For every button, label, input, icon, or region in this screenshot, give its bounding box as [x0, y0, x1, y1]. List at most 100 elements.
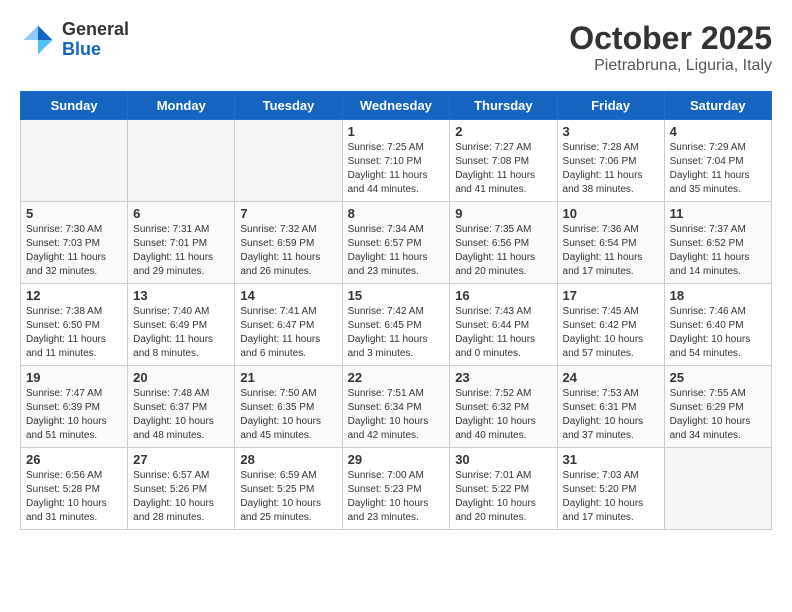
calendar-cell: 21 Sunrise: 7:50 AM Sunset: 6:35 PM Dayli… — [235, 366, 342, 448]
calendar-cell: 24 Sunrise: 7:53 AM Sunset: 6:31 PM Dayli… — [557, 366, 664, 448]
calendar-cell: 9 Sunrise: 7:35 AM Sunset: 6:56 PM Daylig… — [450, 202, 557, 284]
calendar-week-row: 19 Sunrise: 7:47 AM Sunset: 6:39 PM Dayli… — [21, 366, 772, 448]
day-number: 21 — [240, 370, 336, 385]
day-number: 31 — [563, 452, 659, 467]
logo-general-text: General — [62, 20, 129, 40]
day-number: 13 — [133, 288, 229, 303]
day-info: Sunrise: 7:51 AM Sunset: 6:34 PM Dayligh… — [348, 387, 445, 443]
day-number: 30 — [455, 452, 551, 467]
day-number: 17 — [563, 288, 659, 303]
day-info: Sunrise: 7:34 AM Sunset: 6:57 PM Dayligh… — [348, 223, 445, 279]
calendar-cell: 30 Sunrise: 7:01 AM Sunset: 5:22 PM Dayli… — [450, 448, 557, 530]
calendar-cell: 29Sunrise: 7:00 AM Sunset: 5:23 PM Dayli… — [342, 448, 450, 530]
day-number: 10 — [563, 206, 659, 221]
day-info: Sunrise: 7:30 AM Sunset: 7:03 PM Dayligh… — [26, 223, 122, 279]
day-info: Sunrise: 7:52 AM Sunset: 6:32 PM Dayligh… — [455, 387, 551, 443]
weekday-header-friday: Friday — [557, 92, 664, 120]
day-number: 18 — [670, 288, 766, 303]
day-info: Sunrise: 7:36 AM Sunset: 6:54 PM Dayligh… — [563, 223, 659, 279]
day-number: 28 — [240, 452, 336, 467]
calendar-cell — [128, 120, 235, 202]
location-subtitle: Pietrabruna, Liguria, Italy — [569, 57, 772, 75]
day-info: Sunrise: 7:00 AM Sunset: 5:23 PM Dayligh… — [348, 469, 445, 525]
calendar-cell: 5 Sunrise: 7:30 AM Sunset: 7:03 PM Daylig… — [21, 202, 128, 284]
logo: General Blue — [20, 20, 129, 60]
day-info: Sunrise: 7:25 AM Sunset: 7:10 PM Dayligh… — [348, 141, 445, 197]
calendar-cell: 16 Sunrise: 7:43 AM Sunset: 6:44 PM Dayli… — [450, 284, 557, 366]
day-info: Sunrise: 7:31 AM Sunset: 7:01 PM Dayligh… — [133, 223, 229, 279]
calendar-cell: 23 Sunrise: 7:52 AM Sunset: 6:32 PM Dayli… — [450, 366, 557, 448]
calendar-cell: 10 Sunrise: 7:36 AM Sunset: 6:54 PM Dayli… — [557, 202, 664, 284]
page-header: General Blue October 2025 Pietrabruna, L… — [20, 20, 772, 75]
calendar-cell: 18 Sunrise: 7:46 AM Sunset: 6:40 PM Dayli… — [664, 284, 771, 366]
calendar-table: SundayMondayTuesdayWednesdayThursdayFrid… — [20, 91, 772, 530]
day-number: 8 — [348, 206, 445, 221]
day-number: 7 — [240, 206, 336, 221]
day-number: 2 — [455, 124, 551, 139]
day-number: 20 — [133, 370, 229, 385]
day-number: 23 — [455, 370, 551, 385]
day-number: 19 — [26, 370, 122, 385]
day-number: 26 — [26, 452, 122, 467]
calendar-cell: 25Sunrise: 7:55 AM Sunset: 6:29 PM Dayli… — [664, 366, 771, 448]
day-info: Sunrise: 7:46 AM Sunset: 6:40 PM Dayligh… — [670, 305, 766, 361]
day-info: Sunrise: 7:35 AM Sunset: 6:56 PM Dayligh… — [455, 223, 551, 279]
day-number: 16 — [455, 288, 551, 303]
weekday-header-saturday: Saturday — [664, 92, 771, 120]
calendar-week-row: 12Sunrise: 7:38 AM Sunset: 6:50 PM Dayli… — [21, 284, 772, 366]
calendar-cell: 12Sunrise: 7:38 AM Sunset: 6:50 PM Dayli… — [21, 284, 128, 366]
calendar-cell: 17 Sunrise: 7:45 AM Sunset: 6:42 PM Dayli… — [557, 284, 664, 366]
day-number: 24 — [563, 370, 659, 385]
calendar-week-row: 1 Sunrise: 7:25 AM Sunset: 7:10 PM Daylig… — [21, 120, 772, 202]
logo-icon — [20, 22, 56, 58]
calendar-cell: 11Sunrise: 7:37 AM Sunset: 6:52 PM Dayli… — [664, 202, 771, 284]
calendar-cell: 3 Sunrise: 7:28 AM Sunset: 7:06 PM Daylig… — [557, 120, 664, 202]
weekday-header-tuesday: Tuesday — [235, 92, 342, 120]
day-info: Sunrise: 6:59 AM Sunset: 5:25 PM Dayligh… — [240, 469, 336, 525]
day-number: 3 — [563, 124, 659, 139]
day-number: 22 — [348, 370, 445, 385]
logo-blue-text: Blue — [62, 40, 129, 60]
day-info: Sunrise: 7:01 AM Sunset: 5:22 PM Dayligh… — [455, 469, 551, 525]
calendar-cell: 20Sunrise: 7:48 AM Sunset: 6:37 PM Dayli… — [128, 366, 235, 448]
day-info: Sunrise: 7:53 AM Sunset: 6:31 PM Dayligh… — [563, 387, 659, 443]
day-info: Sunrise: 7:45 AM Sunset: 6:42 PM Dayligh… — [563, 305, 659, 361]
title-block: October 2025 Pietrabruna, Liguria, Italy — [569, 20, 772, 75]
calendar-cell — [235, 120, 342, 202]
day-info: Sunrise: 7:43 AM Sunset: 6:44 PM Dayligh… — [455, 305, 551, 361]
day-info: Sunrise: 7:42 AM Sunset: 6:45 PM Dayligh… — [348, 305, 445, 361]
day-info: Sunrise: 7:03 AM Sunset: 5:20 PM Dayligh… — [563, 469, 659, 525]
calendar-cell: 6 Sunrise: 7:31 AM Sunset: 7:01 PM Daylig… — [128, 202, 235, 284]
calendar-cell: 22 Sunrise: 7:51 AM Sunset: 6:34 PM Dayli… — [342, 366, 450, 448]
day-number: 15 — [348, 288, 445, 303]
day-info: Sunrise: 6:57 AM Sunset: 5:26 PM Dayligh… — [133, 469, 229, 525]
calendar-cell — [21, 120, 128, 202]
day-number: 9 — [455, 206, 551, 221]
calendar-cell: 26 Sunrise: 6:56 AM Sunset: 5:28 PM Dayli… — [21, 448, 128, 530]
calendar-cell: 8 Sunrise: 7:34 AM Sunset: 6:57 PM Daylig… — [342, 202, 450, 284]
calendar-cell: 2 Sunrise: 7:27 AM Sunset: 7:08 PM Daylig… — [450, 120, 557, 202]
calendar-cell: 28 Sunrise: 6:59 AM Sunset: 5:25 PM Dayli… — [235, 448, 342, 530]
calendar-cell: 27Sunrise: 6:57 AM Sunset: 5:26 PM Dayli… — [128, 448, 235, 530]
calendar-cell: 19 Sunrise: 7:47 AM Sunset: 6:39 PM Dayli… — [21, 366, 128, 448]
calendar-cell: 4Sunrise: 7:29 AM Sunset: 7:04 PM Daylig… — [664, 120, 771, 202]
calendar-week-row: 26 Sunrise: 6:56 AM Sunset: 5:28 PM Dayli… — [21, 448, 772, 530]
calendar-cell: 31 Sunrise: 7:03 AM Sunset: 5:20 PM Dayli… — [557, 448, 664, 530]
day-info: Sunrise: 7:41 AM Sunset: 6:47 PM Dayligh… — [240, 305, 336, 361]
calendar-cell: 1 Sunrise: 7:25 AM Sunset: 7:10 PM Daylig… — [342, 120, 450, 202]
day-info: Sunrise: 7:38 AM Sunset: 6:50 PM Dayligh… — [26, 305, 122, 361]
day-info: Sunrise: 7:37 AM Sunset: 6:52 PM Dayligh… — [670, 223, 766, 279]
day-number: 5 — [26, 206, 122, 221]
day-number: 14 — [240, 288, 336, 303]
day-info: Sunrise: 7:50 AM Sunset: 6:35 PM Dayligh… — [240, 387, 336, 443]
calendar-week-row: 5 Sunrise: 7:30 AM Sunset: 7:03 PM Daylig… — [21, 202, 772, 284]
day-number: 1 — [348, 124, 445, 139]
calendar-cell — [664, 448, 771, 530]
day-number: 6 — [133, 206, 229, 221]
day-info: Sunrise: 7:47 AM Sunset: 6:39 PM Dayligh… — [26, 387, 122, 443]
day-info: Sunrise: 7:27 AM Sunset: 7:08 PM Dayligh… — [455, 141, 551, 197]
day-info: Sunrise: 6:56 AM Sunset: 5:28 PM Dayligh… — [26, 469, 122, 525]
calendar-cell: 15 Sunrise: 7:42 AM Sunset: 6:45 PM Dayli… — [342, 284, 450, 366]
weekday-header-row: SundayMondayTuesdayWednesdayThursdayFrid… — [21, 92, 772, 120]
day-info: Sunrise: 7:28 AM Sunset: 7:06 PM Dayligh… — [563, 141, 659, 197]
